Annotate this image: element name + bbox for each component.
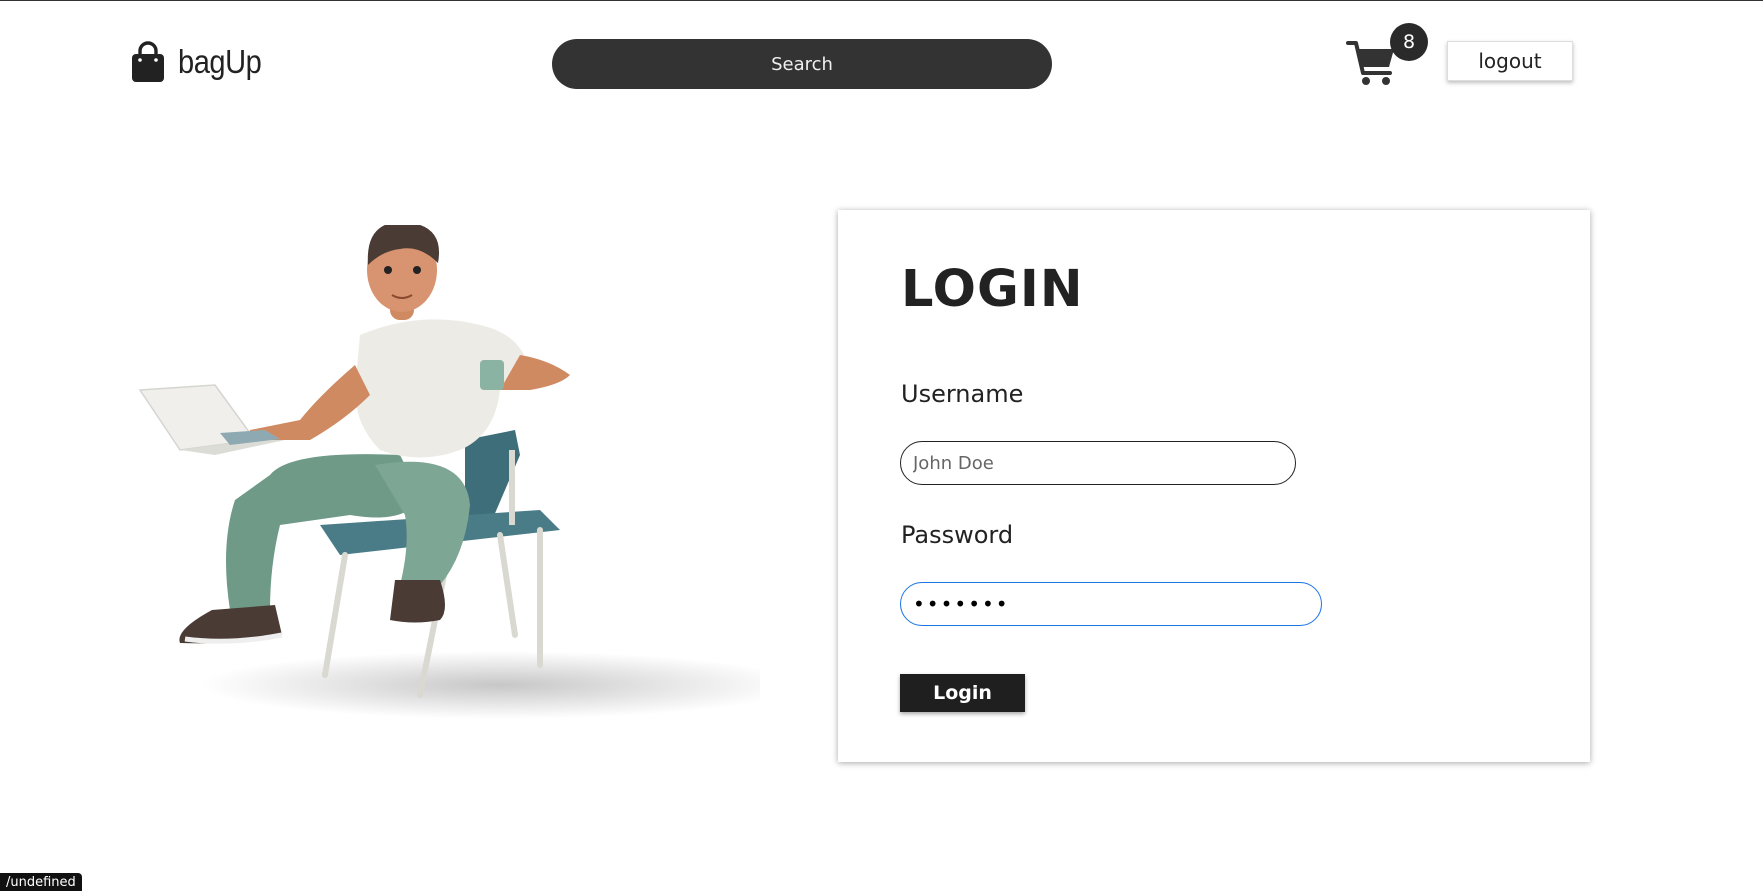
password-label: Password [901, 521, 1014, 549]
brand-logo[interactable]: bagUp [130, 41, 273, 83]
login-card: LOGIN Username Password Login [838, 210, 1590, 762]
person-with-laptop-illustration [138, 225, 760, 719]
login-title: LOGIN [901, 260, 1084, 319]
shopping-bag-icon [132, 41, 164, 82]
username-label: Username [901, 380, 1024, 408]
brand-name: bagUp [178, 43, 262, 80]
search-input[interactable] [552, 39, 1052, 89]
login-button[interactable]: Login [900, 674, 1025, 712]
username-input[interactable] [900, 441, 1296, 485]
password-input[interactable] [900, 582, 1322, 626]
logout-button[interactable]: logout [1447, 41, 1573, 81]
header: bagUp 8 logout [0, 1, 1763, 111]
cart-count-badge: 8 [1390, 23, 1428, 61]
status-bar-tooltip: /undefined [0, 873, 82, 891]
